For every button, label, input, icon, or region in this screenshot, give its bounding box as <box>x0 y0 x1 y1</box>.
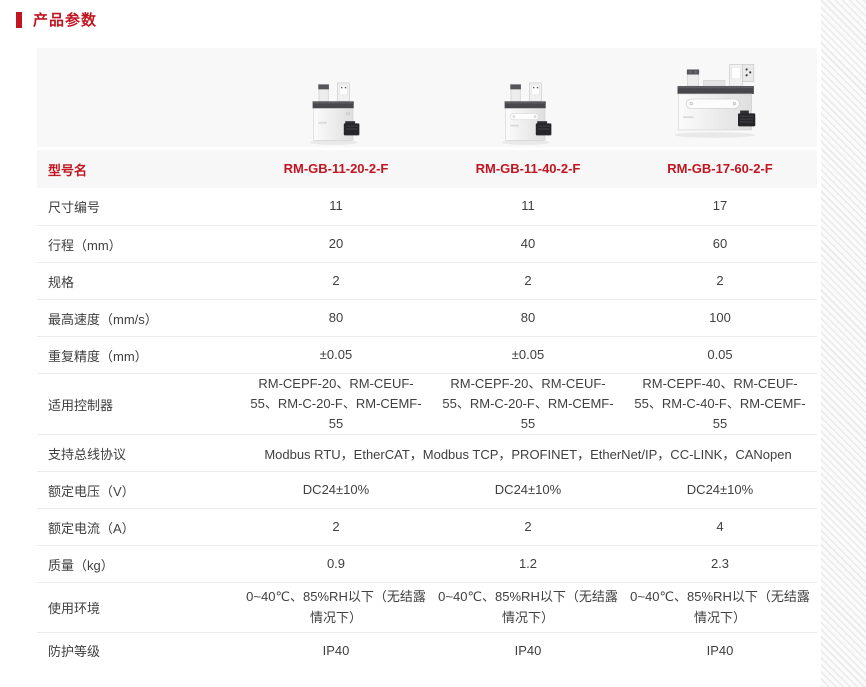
row-label: 尺寸编号 <box>37 197 240 216</box>
product-parameters-page: 产品参数 <box>0 0 866 687</box>
row-value: ±0.05 <box>432 345 624 365</box>
row-value: DC24±10% <box>240 480 432 500</box>
row-label: 额定电流（A） <box>37 518 240 537</box>
row-value: 0~40℃、85%RH以下（无结露情况下） <box>240 587 432 627</box>
row-value: ±0.05 <box>240 345 432 365</box>
row-value: IP40 <box>624 641 816 661</box>
row-value: RM-CEPF-20、RM-CEUF-55、RM-C-20-F、RM-CEMF-… <box>240 374 432 434</box>
row-label: 质量（kg） <box>37 555 240 574</box>
row-value: 17 <box>624 196 816 216</box>
table-row-repeatability: 重复精度（mm） ±0.05 ±0.05 0.05 <box>37 336 817 373</box>
row-value: 80 <box>240 308 432 328</box>
row-value: DC24±10% <box>432 480 624 500</box>
model-name-1: RM-GB-11-20-2-F <box>240 159 432 179</box>
page-title: 产品参数 <box>33 9 97 30</box>
row-value: 2 <box>624 271 816 291</box>
row-label: 重复精度（mm） <box>37 346 240 365</box>
gripper-small-icon <box>304 78 368 146</box>
table-row-model: 型号名 RM-GB-11-20-2-F RM-GB-11-40-2-F RM-G… <box>37 150 817 188</box>
row-label: 行程（mm） <box>37 235 240 254</box>
table-row-spec: 规格 2 2 2 <box>37 262 817 299</box>
row-value: 11 <box>240 196 432 216</box>
row-value: 0.9 <box>240 554 432 574</box>
row-value: 40 <box>432 234 624 254</box>
row-value: 100 <box>624 308 816 328</box>
row-value: 1.2 <box>432 554 624 574</box>
table-row-rated-voltage: 额定电压（V） DC24±10% DC24±10% DC24±10% <box>37 471 817 508</box>
gripper-large-icon <box>666 52 774 146</box>
row-value: 4 <box>624 517 816 537</box>
row-label: 防护等级 <box>37 641 240 660</box>
table-row-controllers: 适用控制器 RM-CEPF-20、RM-CEUF-55、RM-C-20-F、RM… <box>37 373 817 434</box>
model-name-3: RM-GB-17-60-2-F <box>624 159 816 179</box>
row-value: RM-CEPF-20、RM-CEUF-55、RM-C-20-F、RM-CEMF-… <box>432 374 624 434</box>
row-value: RM-CEPF-40、RM-CEUF-55、RM-C-40-F、RM-CEMF-… <box>624 374 816 434</box>
row-value: 0~40℃、85%RH以下（无结露情况下） <box>624 587 816 627</box>
row-value: IP40 <box>432 641 624 661</box>
page-background-texture <box>821 0 866 687</box>
row-label: 适用控制器 <box>37 395 240 414</box>
row-label: 规格 <box>37 272 240 291</box>
row-label: 额定电压（V） <box>37 481 240 500</box>
row-label: 使用环境 <box>37 598 240 617</box>
model-name-2: RM-GB-11-40-2-F <box>432 159 624 179</box>
table-row-size-number: 尺寸编号 11 11 17 <box>37 188 817 225</box>
row-value: 2 <box>432 271 624 291</box>
row-value: 2 <box>240 271 432 291</box>
product-image-3 <box>624 52 816 147</box>
row-value: 2 <box>240 517 432 537</box>
table-row-stroke: 行程（mm） 20 40 60 <box>37 225 817 262</box>
row-value: 2.3 <box>624 554 816 574</box>
row-value-span: Modbus RTU，EtherCAT，Modbus TCP，PROFINET，… <box>240 444 816 463</box>
row-value: DC24±10% <box>624 480 816 500</box>
table-row-max-speed: 最高速度（mm/s） 80 80 100 <box>37 299 817 336</box>
table-row-rated-current: 额定电流（A） 2 2 4 <box>37 508 817 545</box>
table-row-bus-protocols: 支持总线协议 Modbus RTU，EtherCAT，Modbus TCP，PR… <box>37 434 817 471</box>
row-value: 20 <box>240 234 432 254</box>
row-label: 型号名 <box>37 160 240 179</box>
table-row-mass: 质量（kg） 0.9 1.2 2.3 <box>37 545 817 582</box>
product-image-2 <box>432 78 624 147</box>
table-row-environment: 使用环境 0~40℃、85%RH以下（无结露情况下） 0~40℃、85%RH以下… <box>37 582 817 631</box>
row-value: IP40 <box>240 641 432 661</box>
table-row-protection-rating: 防护等级 IP40 IP40 IP40 <box>37 632 817 669</box>
row-label: 最高速度（mm/s） <box>37 309 240 328</box>
section-header: 产品参数 <box>16 9 97 30</box>
gripper-small-icon <box>496 78 560 146</box>
row-value: 60 <box>624 234 816 254</box>
row-value: 0.05 <box>624 345 816 365</box>
row-value: 80 <box>432 308 624 328</box>
product-table: 型号名 RM-GB-11-20-2-F RM-GB-11-40-2-F RM-G… <box>37 48 817 669</box>
row-value: 0~40℃、85%RH以下（无结露情况下） <box>432 587 624 627</box>
row-value: 11 <box>432 196 624 216</box>
row-label: 支持总线协议 <box>37 444 240 463</box>
product-image-band <box>37 48 817 147</box>
accent-bar <box>16 12 22 28</box>
product-image-1 <box>240 78 432 147</box>
row-value: 2 <box>432 517 624 537</box>
